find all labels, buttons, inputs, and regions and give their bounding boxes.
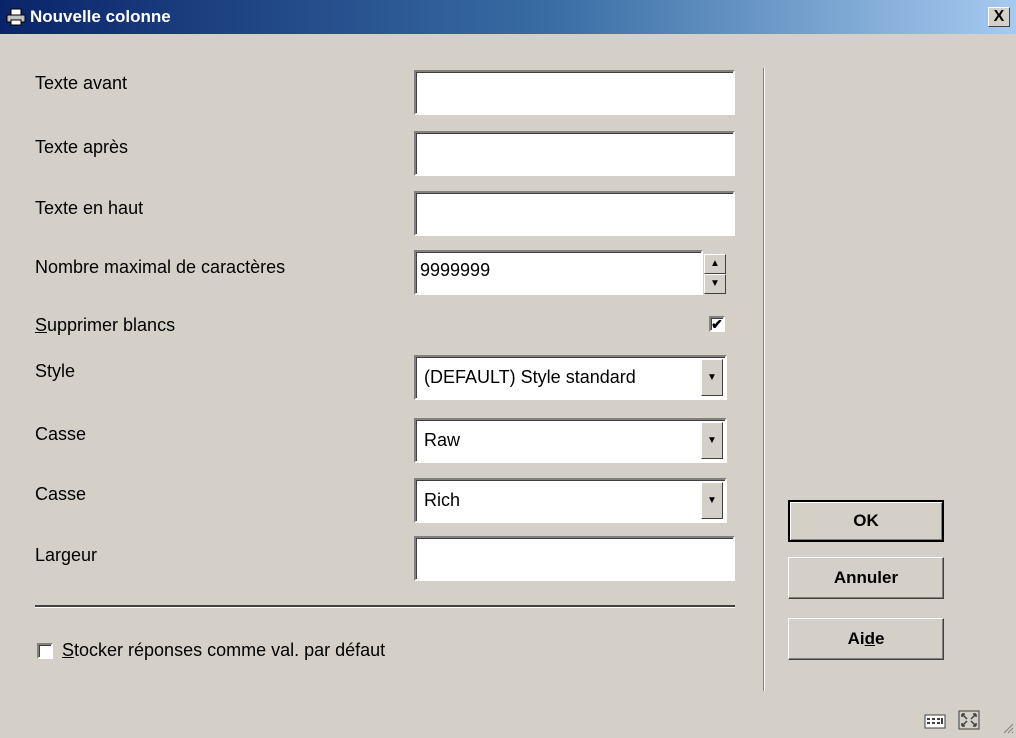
stocker-label[interactable]: Stocker réponses comme val. par défaut xyxy=(62,640,385,661)
texte-avant-input[interactable] xyxy=(414,70,735,115)
texte-apres-input[interactable] xyxy=(414,131,735,176)
spin-down-button[interactable]: ▼ xyxy=(704,274,726,294)
aide-button[interactable]: Aide xyxy=(788,618,944,660)
supprimer-blancs-mnemonic: S xyxy=(35,315,48,335)
window-title: Nouvelle colonne xyxy=(30,7,171,26)
stocker-text: tocker réponses comme val. par défaut xyxy=(74,640,386,660)
max-chars-label: Nombre maximal de caractères xyxy=(35,257,286,277)
resize-grip-icon[interactable] xyxy=(1002,722,1014,734)
texte-haut-label: Texte en haut xyxy=(35,198,144,218)
aide-text-pre: Ai xyxy=(847,629,865,648)
texte-avant-label: Texte avant xyxy=(35,73,128,93)
chevron-down-icon[interactable]: ▼ xyxy=(701,482,723,519)
horizontal-divider xyxy=(35,605,735,608)
chevron-down-icon[interactable]: ▼ xyxy=(701,422,723,459)
supprimer-blancs-text: upprimer blancs xyxy=(47,315,176,335)
supprimer-blancs-label[interactable]: Supprimer blancs xyxy=(35,315,175,336)
casse-select-1-value: Raw xyxy=(424,430,461,450)
printer-icon xyxy=(6,8,26,26)
vertical-divider xyxy=(763,68,765,691)
chevron-down-icon[interactable]: ▼ xyxy=(701,359,723,396)
aide-text-post: e xyxy=(874,629,885,648)
annuler-button[interactable]: Annuler xyxy=(788,557,944,599)
style-select-value: (DEFAULT) Style standard xyxy=(424,367,636,387)
style-label: Style xyxy=(35,361,76,381)
casse-select-2[interactable]: Rich ▼ xyxy=(414,478,727,523)
largeur-label: Largeur xyxy=(35,545,98,565)
casse-label-1: Casse xyxy=(35,424,87,444)
aide-mnemonic: d xyxy=(864,629,875,648)
maximize-icon[interactable] xyxy=(958,710,980,730)
casse-select-2-value: Rich xyxy=(424,490,461,510)
ok-button[interactable]: OK xyxy=(788,500,944,542)
texte-haut-input[interactable] xyxy=(414,191,735,236)
style-select[interactable]: (DEFAULT) Style standard ▼ xyxy=(414,355,727,400)
keyboard-icon[interactable] xyxy=(924,710,946,730)
largeur-input[interactable] xyxy=(414,536,735,581)
stocker-mnemonic: S xyxy=(62,640,75,660)
close-button[interactable]: X xyxy=(988,7,1010,27)
spin-up-button[interactable]: ▲ xyxy=(704,254,726,274)
supprimer-blancs-checkbox[interactable]: ✔ xyxy=(709,316,725,332)
casse-label-2: Casse xyxy=(35,484,87,504)
stocker-checkbox[interactable] xyxy=(37,643,53,659)
texte-apres-label: Texte après xyxy=(35,137,129,157)
casse-select-1[interactable]: Raw ▼ xyxy=(414,418,727,463)
title-bar: Nouvelle colonne X xyxy=(0,0,1016,34)
max-chars-input[interactable]: 9999999 xyxy=(414,250,703,295)
